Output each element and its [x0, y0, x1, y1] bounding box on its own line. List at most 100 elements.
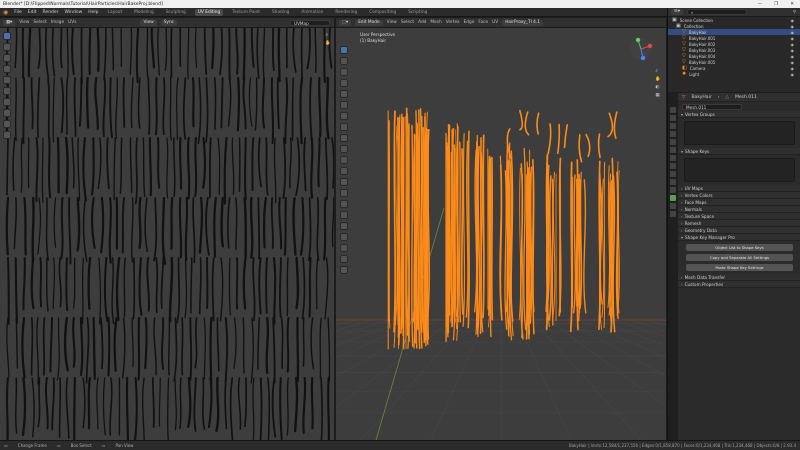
grid-icon[interactable]: ▦	[655, 93, 661, 98]
vertex-groups-list[interactable]	[684, 121, 795, 145]
uv-transform-tool[interactable]	[3, 87, 11, 95]
tab-scripting[interactable]: Scripting	[405, 9, 430, 16]
menu-render[interactable]: Render	[43, 10, 59, 15]
uv-menu-select[interactable]: Select	[33, 20, 46, 25]
menu-file[interactable]: File	[14, 10, 22, 15]
output-tab[interactable]	[670, 123, 676, 129]
particles-tab[interactable]	[670, 171, 676, 177]
scene-tab[interactable]	[670, 139, 676, 145]
mesh-datablock-field[interactable]: Mesh.011	[682, 103, 742, 110]
inset-tool[interactable]	[340, 156, 348, 164]
spin-tool[interactable]	[340, 211, 348, 219]
tool-tab[interactable]	[670, 107, 676, 113]
menu-edit[interactable]: Edit	[28, 10, 37, 15]
material-tab[interactable]	[670, 203, 676, 209]
filter-icon[interactable]: ⚲	[793, 10, 796, 15]
panel-header[interactable]: › Texture Space	[678, 213, 800, 220]
panel-header[interactable]: › Face Maps	[678, 199, 800, 206]
skm-button[interactable]: Paste Shape Key Settings	[686, 264, 793, 271]
uv-rotate-tool[interactable]	[3, 65, 11, 73]
panel-header[interactable]: › Geometry Data	[678, 227, 800, 234]
uv-menu-image[interactable]: Image	[51, 20, 64, 25]
transform-tool[interactable]	[340, 101, 348, 109]
annotate-tool[interactable]	[340, 112, 348, 120]
menu-uv[interactable]: UV	[492, 20, 498, 25]
skm-button[interactable]: Copy and Separate All Settings	[686, 254, 793, 261]
navigation-gizmo[interactable]	[628, 36, 654, 64]
cursor-tool[interactable]	[340, 57, 348, 65]
shrink-fatten-tool[interactable]	[340, 244, 348, 252]
visibility-eye-icon[interactable]: ◉	[791, 54, 795, 59]
tab-sculpting[interactable]: Sculpting	[163, 9, 189, 16]
uv-relax-tool[interactable]	[3, 120, 11, 128]
uv-move-tool[interactable]	[3, 54, 11, 62]
constraints-tab[interactable]	[670, 187, 676, 193]
viewport-canvas[interactable]: User Perspective (1) BakyHair ⌕ ✋ ◐ ▦	[336, 28, 666, 440]
tab-modeling[interactable]: Modeling	[131, 9, 157, 16]
uvmap-selector[interactable]: UVMap	[290, 19, 330, 26]
panel-header[interactable]: ▾ Vertex Groups	[678, 111, 800, 118]
uv-menu-uvs[interactable]: UVs	[68, 20, 76, 25]
visibility-eye-icon[interactable]: ◉	[791, 30, 795, 35]
menu-help[interactable]: Help	[88, 10, 98, 15]
menu-vertex[interactable]: Vertex	[446, 20, 460, 25]
physics-tab[interactable]	[670, 179, 676, 185]
poly-build-tool[interactable]	[340, 200, 348, 208]
tab-compositing[interactable]: Compositing	[366, 9, 399, 16]
panel-header[interactable]: › Vertex Colors	[678, 192, 800, 199]
uv-grab-tool[interactable]	[3, 109, 11, 117]
bevel-tool[interactable]	[340, 167, 348, 175]
uv-annotate-tool[interactable]	[3, 98, 11, 106]
menu-edge[interactable]: Edge	[464, 20, 475, 25]
uv-canvas[interactable]: ⌕ ✋	[0, 28, 334, 440]
panel-header[interactable]: ▾ Shape Keys	[678, 148, 800, 155]
visibility-eye-icon[interactable]: ◉	[791, 72, 795, 77]
uv-sync-toggle[interactable]: Sync	[160, 19, 178, 26]
visibility-eye-icon[interactable]: ◉	[791, 60, 795, 65]
panel-header[interactable]: › Custom Properties	[678, 281, 800, 288]
scale-tool[interactable]	[340, 90, 348, 98]
tab-texture-paint[interactable]: Texture Paint	[229, 9, 263, 16]
extrude-tool[interactable]	[340, 145, 348, 153]
panel-header[interactable]: › Normals	[678, 206, 800, 213]
uv-select-tool[interactable]	[3, 32, 11, 40]
uv-pinch-tool[interactable]	[3, 131, 11, 139]
outliner-type-button[interactable]: ☰▾	[671, 9, 684, 15]
select-box-tool[interactable]	[340, 46, 348, 54]
menu-window[interactable]: Window	[65, 10, 83, 15]
modifier-tab[interactable]	[670, 163, 676, 169]
uv-cursor-tool[interactable]	[3, 43, 11, 51]
tab-shading[interactable]: Shading	[269, 9, 292, 16]
menu-select[interactable]: Select	[401, 20, 414, 25]
rotate-tool[interactable]	[340, 79, 348, 87]
outliner-row[interactable]: ✹ Light ◉	[668, 71, 800, 77]
move-tool[interactable]	[340, 68, 348, 76]
shear-tool[interactable]	[340, 255, 348, 263]
tab-layout[interactable]: Layout	[105, 9, 126, 16]
minimize-button[interactable]: —	[758, 2, 763, 7]
add-cube-tool[interactable]	[340, 134, 348, 142]
mesh-data-tab[interactable]	[670, 195, 676, 201]
blender-logo-icon[interactable]: ◉	[3, 9, 8, 16]
outliner-search-input[interactable]: ⌕	[687, 9, 748, 15]
shading-dropdown[interactable]: HairProxy_Tl 4.1	[502, 19, 543, 26]
tab-rendering[interactable]: Rendering	[332, 9, 360, 16]
rip-tool[interactable]	[340, 266, 348, 274]
panel-header[interactable]: › Mesh Data Transfer	[678, 274, 800, 281]
visibility-eye-icon[interactable]: ◉	[791, 42, 795, 47]
pan-hand-icon[interactable]: ✋	[655, 77, 661, 82]
menu-add[interactable]: Add	[418, 20, 426, 25]
menu-mesh[interactable]: Mesh	[430, 20, 441, 25]
measure-tool[interactable]	[340, 123, 348, 131]
zoom-icon[interactable]: ⌕	[325, 32, 331, 38]
menu-face[interactable]: Face	[478, 20, 488, 25]
world-tab[interactable]	[670, 147, 676, 153]
tab-uv-editing[interactable]: UV Editing	[194, 8, 224, 16]
view-layer-tab[interactable]	[670, 131, 676, 137]
render-tab[interactable]	[670, 115, 676, 121]
uv-view-mode[interactable]: View	[140, 19, 157, 26]
shape-keys-list[interactable]	[684, 158, 795, 182]
mode-selector[interactable]: Edit Mode	[355, 19, 383, 26]
visibility-eye-icon[interactable]: ◉	[791, 66, 795, 71]
visibility-eye-icon[interactable]: ◉	[791, 48, 795, 53]
